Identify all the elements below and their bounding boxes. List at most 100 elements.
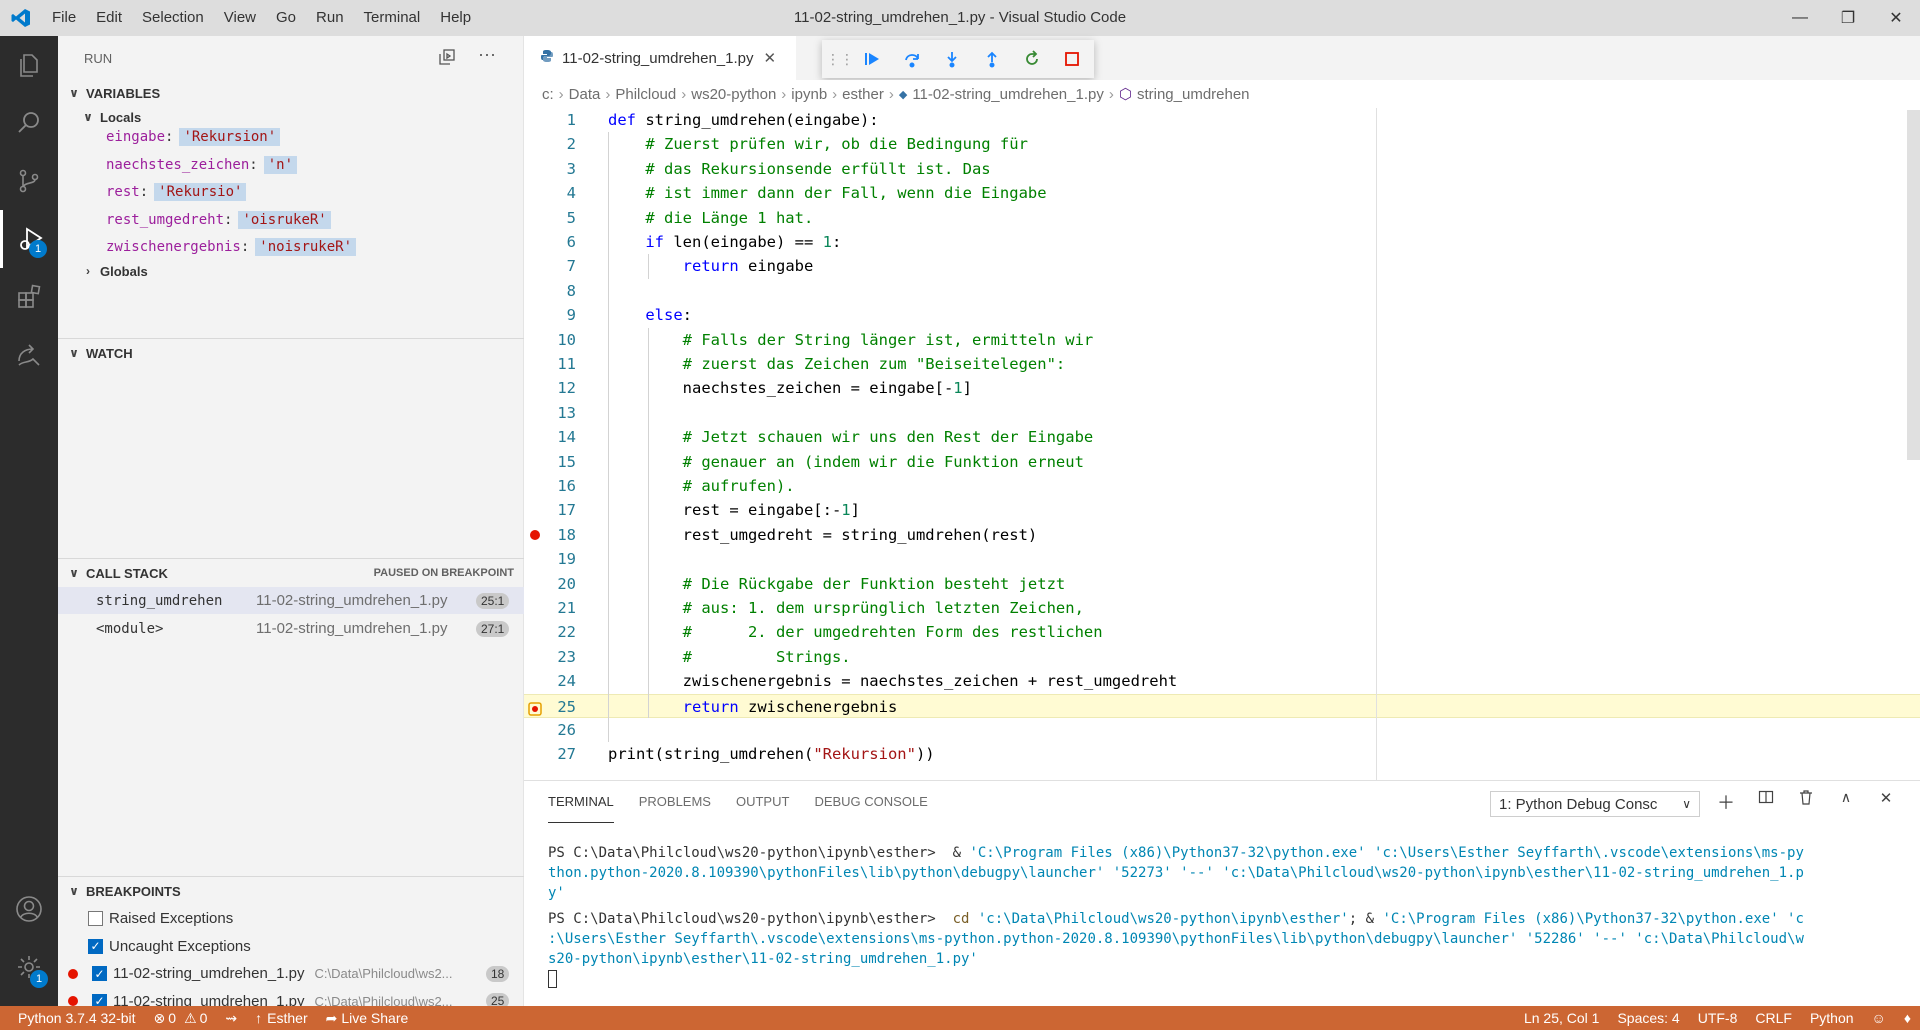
encoding[interactable]: UTF-8 xyxy=(1689,1010,1747,1026)
breadcrumb-item[interactable]: string_umdrehen xyxy=(1137,86,1250,103)
variable-row[interactable]: naechstes_zeichen: 'n' xyxy=(106,152,298,178)
explorer-icon[interactable] xyxy=(0,36,58,94)
code-line[interactable]: 5 # die Länge 1 hat. xyxy=(524,206,1920,230)
new-terminal-icon[interactable]: ＋ xyxy=(1706,789,1746,815)
open-launch-json-icon[interactable] xyxy=(438,48,456,69)
breakpoint-item[interactable]: ✓ 11-02-string_umdrehen_1.py C:\Data\Philc… xyxy=(58,960,524,987)
more-actions-icon[interactable]: ··· xyxy=(478,44,496,65)
panel-tab-debug-console[interactable]: DEBUG CONSOLE xyxy=(814,781,927,823)
menu-item-view[interactable]: View xyxy=(214,0,266,36)
variable-value[interactable]: 'Rekursio' xyxy=(154,183,247,201)
code-line[interactable]: 7 return eingabe xyxy=(524,254,1920,278)
breakpoint-checkbox[interactable]: ✓ xyxy=(88,938,103,954)
indentation[interactable]: Spaces: 4 xyxy=(1608,1010,1688,1026)
code-line[interactable]: 1 def string_umdrehen(eingabe): xyxy=(524,108,1920,132)
python-interpreter[interactable]: Python 3.7.4 32-bit xyxy=(0,1010,145,1026)
code-line[interactable]: 2 # Zuerst prüfen wir, ob die Bedingung … xyxy=(524,132,1920,156)
variable-row[interactable]: zwischenergebnis: 'noisrukeR' xyxy=(106,234,357,260)
drag-handle-icon[interactable]: ⋮⋮ xyxy=(826,40,854,78)
breakpoint-checkbox[interactable]: ✓ xyxy=(92,966,107,981)
code-line[interactable]: 11 # zuerst das Zeichen zum "Beiseiteleg… xyxy=(524,352,1920,376)
variable-value[interactable]: 'n' xyxy=(263,155,298,174)
remote-explorer-icon[interactable] xyxy=(0,326,58,384)
editor-tab-active[interactable]: 11-02-string_umdrehen_1.py ✕ xyxy=(524,36,796,80)
terminal-output[interactable]: PS C:\Data\Philcloud\ws20-python\ipynb\e… xyxy=(548,843,1908,989)
step-out-icon[interactable] xyxy=(972,40,1012,78)
run-debug-icon[interactable]: 1 xyxy=(0,210,58,268)
panel-tab-problems[interactable]: PROBLEMS xyxy=(639,781,711,823)
callstack-frame[interactable]: string_umdrehen 11-02-string_umdrehen_1.p… xyxy=(58,587,524,614)
user-indicator[interactable]: ↑ Esther xyxy=(246,1010,316,1026)
restart-icon[interactable] xyxy=(1012,40,1052,78)
callstack-frame[interactable]: <module> 11-02-string_umdrehen_1.py 27:1 xyxy=(58,615,524,642)
code-line[interactable]: 21 # aus: 1. dem ursprünglich letzten Ze… xyxy=(524,596,1920,620)
breakpoints-section-header[interactable]: ∨ BREAKPOINTS xyxy=(58,878,524,904)
variable-row[interactable]: rest: 'Rekursio' xyxy=(106,179,247,205)
code-line[interactable]: 27 print(string_umdrehen("Rekursion")) xyxy=(524,742,1920,766)
watch-section-header[interactable]: ∨ WATCH xyxy=(58,340,524,366)
variable-value[interactable]: 'oisrukeR' xyxy=(238,210,331,229)
close-panel-icon[interactable]: ✕ xyxy=(1866,789,1906,815)
code-line[interactable]: 25 return zwischenergebnis xyxy=(524,693,1920,718)
variable-row[interactable]: rest_umgedreht: 'oisrukeR' xyxy=(106,207,331,233)
settings-gear-icon[interactable]: 1 xyxy=(0,938,58,996)
step-into-icon[interactable] xyxy=(932,40,972,78)
cursor-position[interactable]: Ln 25, Col 1 xyxy=(1515,1010,1609,1026)
problems-indicator[interactable]: ⊗ 0 ⚠ 0 xyxy=(145,1010,217,1027)
code-line[interactable]: 24 zwischenergebnis = naechstes_zeichen … xyxy=(524,669,1920,693)
notifications-icon[interactable]: ♦ xyxy=(1895,1010,1920,1026)
menu-item-edit[interactable]: Edit xyxy=(86,0,132,36)
code-line[interactable]: 14 # Jetzt schauen wir uns den Rest der … xyxy=(524,425,1920,449)
callstack-section-header[interactable]: ∨ CALL STACK PAUSED ON BREAKPOINT xyxy=(58,560,524,586)
trash-icon[interactable] xyxy=(1786,789,1826,815)
code-line[interactable]: 20 # Die Rückgabe der Funktion besteht j… xyxy=(524,572,1920,596)
breadcrumb-item[interactable]: Data xyxy=(569,86,601,103)
code-line[interactable]: 17 rest = eingabe[:-1] xyxy=(524,498,1920,522)
debug-status-icon[interactable]: ⇝ xyxy=(216,1010,246,1027)
code-line[interactable]: 19 xyxy=(524,547,1920,571)
code-line[interactable]: 8 xyxy=(524,279,1920,303)
code-line[interactable]: 15 # genauer an (indem wir die Funktion … xyxy=(524,450,1920,474)
breadcrumb-item[interactable]: ws20-python xyxy=(691,86,776,103)
variable-value[interactable]: 'noisrukeR' xyxy=(255,238,357,256)
globals-scope[interactable]: › Globals xyxy=(72,258,512,284)
code-line[interactable]: 13 xyxy=(524,401,1920,425)
continue-icon[interactable] xyxy=(852,40,892,78)
menu-item-selection[interactable]: Selection xyxy=(132,0,214,36)
search-icon[interactable] xyxy=(0,94,58,152)
code-line[interactable]: 23 # Strings. xyxy=(524,645,1920,669)
language-mode[interactable]: Python xyxy=(1801,1010,1863,1026)
code-editor[interactable]: 1 def string_umdrehen(eingabe): 2 # Zuerst… xyxy=(524,108,1920,780)
menu-item-run[interactable]: Run xyxy=(306,0,354,36)
breakpoint-item[interactable]: ✓ Uncaught Exceptions xyxy=(58,933,524,960)
code-line[interactable]: 9 else: xyxy=(524,303,1920,327)
extensions-icon[interactable] xyxy=(0,268,58,326)
code-line[interactable]: 12 naechstes_zeichen = eingabe[-1] xyxy=(524,376,1920,400)
line-ending[interactable]: CRLF xyxy=(1746,1010,1801,1026)
editor-scrollbar[interactable] xyxy=(1907,110,1920,460)
terminal-cursor[interactable] xyxy=(548,970,557,988)
panel-tab-terminal[interactable]: TERMINAL xyxy=(548,781,614,823)
code-line[interactable]: 18 rest_umgedreht = string_umdrehen(rest… xyxy=(524,523,1920,547)
feedback-icon[interactable]: ☺ xyxy=(1863,1010,1895,1026)
stop-icon[interactable] xyxy=(1052,40,1092,78)
breadcrumb-item[interactable]: 11-02-string_umdrehen_1.py xyxy=(912,86,1104,103)
maximize-panel-icon[interactable]: ∧ xyxy=(1826,789,1866,815)
panel-tab-output[interactable]: OUTPUT xyxy=(736,781,789,823)
breadcrumb-item[interactable]: c: xyxy=(542,86,554,103)
close-window-button[interactable]: ✕ xyxy=(1872,0,1920,36)
restore-button[interactable]: ❐ xyxy=(1824,0,1872,36)
menu-item-file[interactable]: File xyxy=(42,0,86,36)
variable-row[interactable]: eingabe: 'Rekursion' xyxy=(106,124,281,150)
breadcrumb-item[interactable]: Philcloud xyxy=(615,86,676,103)
variables-section-header[interactable]: ∨ VARIABLES xyxy=(58,80,524,106)
code-line[interactable]: 26 xyxy=(524,718,1920,742)
variable-value[interactable]: 'Rekursion' xyxy=(179,128,281,146)
source-control-icon[interactable] xyxy=(0,152,58,210)
close-tab-icon[interactable]: ✕ xyxy=(764,49,777,67)
code-line[interactable]: 6 if len(eingabe) == 1: xyxy=(524,230,1920,254)
menu-item-terminal[interactable]: Terminal xyxy=(354,0,431,36)
terminal-select[interactable]: 1: Python Debug Consc ∨ xyxy=(1490,791,1700,817)
minimize-button[interactable]: — xyxy=(1776,0,1824,36)
menu-item-go[interactable]: Go xyxy=(266,0,306,36)
